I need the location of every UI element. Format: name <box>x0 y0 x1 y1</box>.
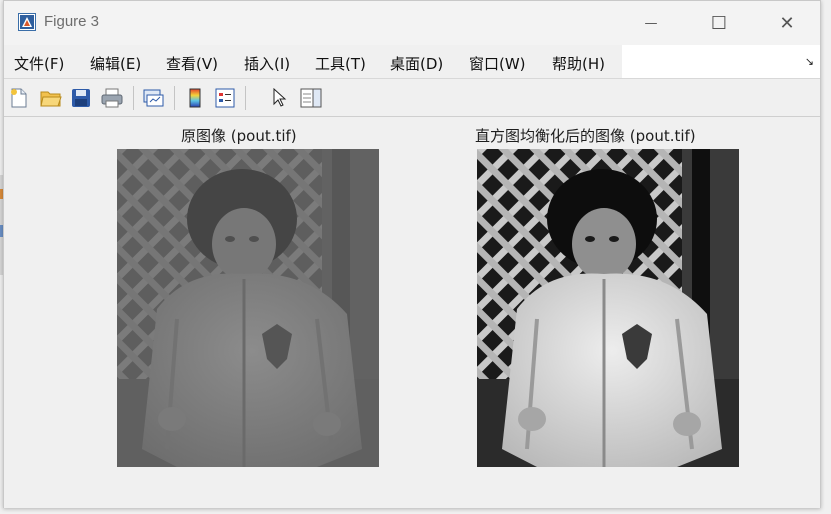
menu-edit[interactable]: 编辑(E) <box>90 53 141 74</box>
dock-arrow-icon[interactable]: ↘ <box>805 55 814 68</box>
figure-canvas: 原图像 (pout.tif) 直方图均衡化后的图像 (pout.tif) <box>4 118 820 508</box>
equalized-image <box>477 149 739 467</box>
colorbar-icon[interactable] <box>184 87 206 109</box>
menu-file[interactable]: 文件(F) <box>14 53 64 74</box>
menu-tools[interactable]: 工具(T) <box>315 53 366 74</box>
menu-window[interactable]: 窗口(W) <box>469 53 526 74</box>
close-icon: ✕ <box>779 12 795 34</box>
open-file-icon[interactable] <box>40 87 62 109</box>
maximize-icon: ☐ <box>710 12 728 34</box>
equalized-image-axes[interactable] <box>477 149 739 467</box>
property-inspector-icon[interactable] <box>300 87 322 109</box>
close-button[interactable]: ✕ <box>755 1 819 45</box>
left-axes-title: 原图像 (pout.tif) <box>181 127 297 145</box>
original-image-axes[interactable] <box>117 149 379 467</box>
window-title: Figure 3 <box>44 13 100 30</box>
minimize-button[interactable]: — <box>619 1 683 45</box>
maximize-button[interactable]: ☐ <box>687 1 751 45</box>
menu-bar: 文件(F) 编辑(E) 查看(V) 插入(I) 工具(T) 桌面(D) 窗口(W… <box>4 45 820 79</box>
original-image <box>117 149 379 467</box>
print-icon[interactable] <box>101 87 123 109</box>
menu-desktop[interactable]: 桌面(D) <box>390 53 443 74</box>
legend-icon[interactable] <box>214 87 236 109</box>
menu-help[interactable]: 帮助(H) <box>552 53 605 74</box>
link-plot-icon[interactable] <box>142 87 164 109</box>
title-bar[interactable]: Figure 3 — ☐ ✕ <box>4 1 820 45</box>
new-figure-icon[interactable] <box>8 87 30 109</box>
figure-window: Figure 3 — ☐ ✕ 文件(F) 编辑(E) 查看(V) 插入(I) 工… <box>3 0 821 508</box>
menu-insert[interactable]: 插入(I) <box>244 53 290 74</box>
right-axes-title: 直方图均衡化后的图像 (pout.tif) <box>475 127 696 145</box>
pointer-icon[interactable] <box>268 87 290 109</box>
save-icon[interactable] <box>70 87 92 109</box>
toolbar-separator <box>133 86 134 110</box>
toolbar-separator <box>245 86 246 110</box>
toolbar <box>4 80 820 117</box>
matlab-figure-icon <box>18 13 36 31</box>
menu-view[interactable]: 查看(V) <box>166 53 218 74</box>
minimize-icon: — <box>644 15 658 31</box>
toolbar-separator <box>174 86 175 110</box>
